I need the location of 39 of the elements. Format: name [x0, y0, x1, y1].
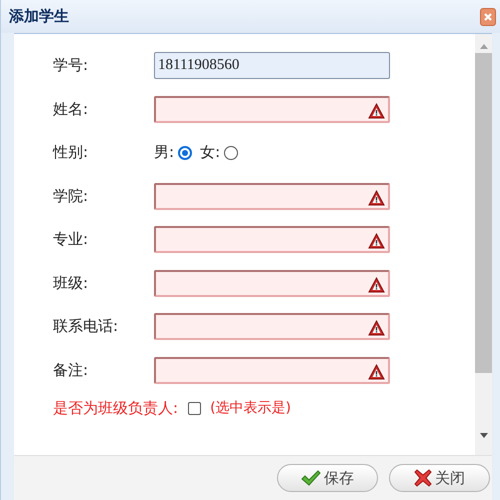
field-label: 备注:	[53, 360, 90, 381]
scroll-down-icon	[480, 433, 488, 438]
radio-button[interactable]	[178, 146, 192, 160]
window-title: 添加学生	[9, 6, 69, 28]
warning-icon	[368, 276, 385, 292]
check-icon	[301, 470, 321, 486]
field-label: 班级:	[53, 272, 90, 294]
checkbox-hint: (选中表示是)	[210, 398, 291, 418]
input-field[interactable]	[154, 356, 390, 384]
field-label: 学院:	[53, 186, 90, 207]
input-field[interactable]	[154, 96, 390, 122]
field-label: 学号:	[53, 55, 90, 76]
close-button[interactable]	[480, 8, 496, 26]
warning-icon	[368, 190, 385, 206]
close-icon	[414, 469, 432, 487]
input-field[interactable]	[154, 313, 390, 340]
input-field[interactable]: 18111908560	[154, 52, 390, 79]
scrollbar[interactable]	[475, 34, 492, 455]
radio-label: 男:	[154, 142, 174, 164]
warning-icon	[368, 102, 385, 118]
warning-icon	[368, 320, 385, 336]
field-label: 姓名:	[53, 98, 90, 120]
radio-button[interactable]	[224, 146, 238, 160]
input-field[interactable]	[154, 182, 390, 210]
field-label: 专业:	[53, 229, 90, 250]
warning-icon	[368, 364, 385, 380]
checkbox-label: 是否为班级负责人:	[53, 398, 178, 419]
warning-icon	[368, 233, 385, 249]
checkbox[interactable]	[188, 402, 202, 414]
input-field[interactable]	[154, 226, 390, 253]
close-button[interactable]: 关闭	[389, 464, 490, 492]
close-icon	[483, 12, 493, 22]
save-button[interactable]: 保存	[277, 464, 378, 492]
input-field[interactable]	[154, 270, 390, 296]
field-label: 性别:	[53, 142, 90, 164]
radio-label: 女:	[200, 142, 220, 164]
field-label: 联系电话:	[53, 316, 120, 338]
scroll-thumb[interactable]	[475, 53, 492, 373]
scroll-up-icon	[480, 44, 488, 49]
